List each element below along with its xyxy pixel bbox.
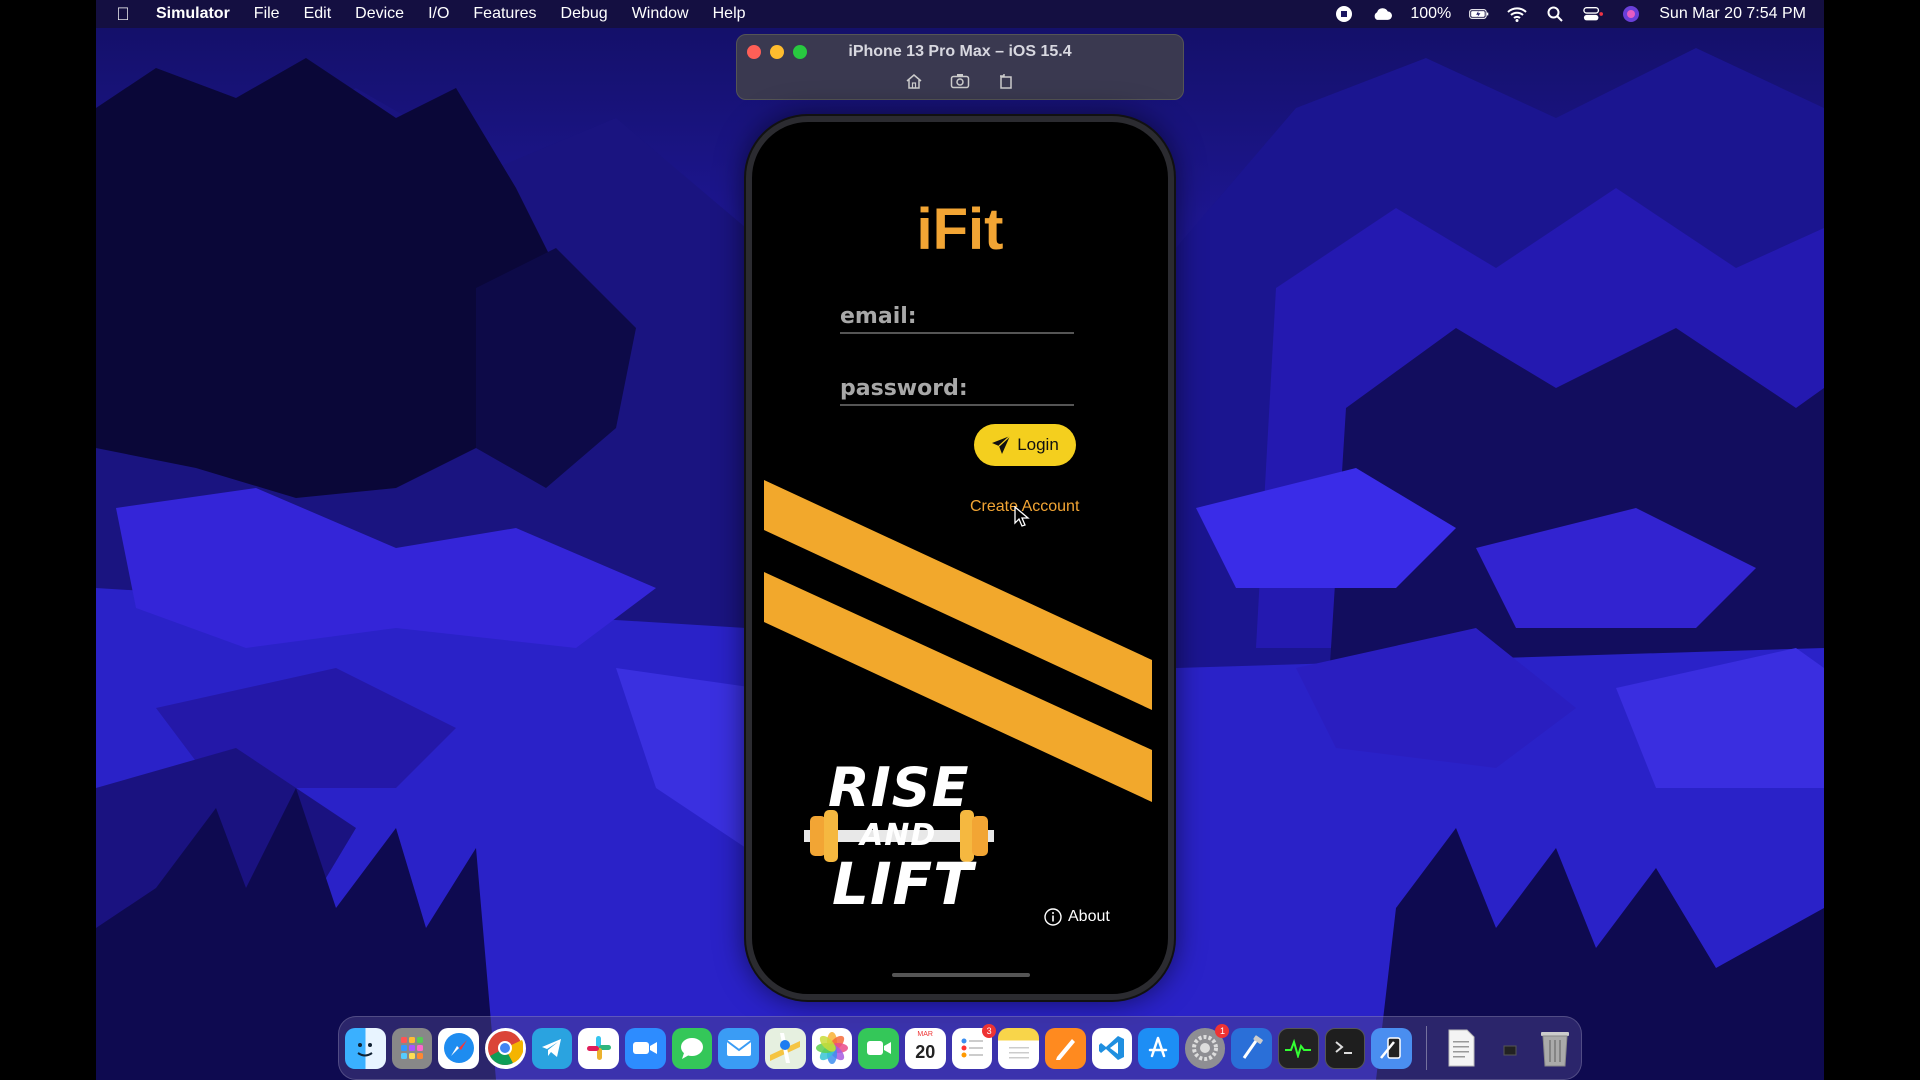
apple-menu-icon[interactable]:  [96,4,150,25]
vscode-icon[interactable] [1091,1027,1133,1069]
menu-bar:  Simulator File Edit Device I/O Feature… [96,0,1824,28]
menu-help[interactable]: Help [701,0,758,28]
reminders-icon[interactable]: 3 [951,1023,997,1069]
simulator-titlebar: iPhone 13 Pro Max – iOS 15.4 [736,34,1184,100]
telegram-icon[interactable] [531,1027,573,1069]
icloud-icon[interactable] [1372,4,1393,24]
simulator-title: iPhone 13 Pro Max – iOS 15.4 [848,43,1072,60]
home-icon[interactable] [903,71,925,91]
messages-icon[interactable] [671,1027,713,1069]
dock: MAR 20 3 1 [338,1016,1582,1080]
menu-features[interactable]: Features [461,0,548,28]
calendar-day: 20 [915,1042,936,1062]
chrome-icon[interactable] [484,1027,526,1069]
rotate-icon[interactable] [995,71,1017,91]
logo-word-lift: LIFT [832,850,974,918]
info-icon [1044,908,1062,926]
logo-word-rise: RISE [828,756,970,819]
menu-file[interactable]: File [242,0,292,28]
safari-icon[interactable] [438,1027,479,1069]
wifi-icon[interactable] [1507,4,1527,24]
pages-icon[interactable] [1044,1027,1086,1069]
logo-word-and: AND [860,818,937,853]
spotlight-search-icon[interactable] [1545,4,1565,24]
maps-icon[interactable] [764,1027,806,1069]
screenshot-icon[interactable] [949,71,971,91]
siri-icon[interactable] [1621,4,1641,24]
system-settings-icon[interactable]: 1 [1184,1023,1230,1069]
document-icon[interactable] [1441,1028,1482,1069]
iphone-device-frame: iFit Login Create Account [746,116,1174,1000]
slack-icon[interactable] [578,1027,619,1069]
about-label: About [1068,908,1110,925]
app-screen: iFit Login Create Account [752,122,1168,994]
battery-icon[interactable] [1469,4,1489,24]
screen-record-icon[interactable] [1334,4,1354,24]
zoom-icon[interactable] [624,1027,666,1069]
calendar-month: MAR [917,1030,933,1038]
app-store-icon[interactable] [1138,1027,1179,1069]
minimized-window-icon[interactable] [1488,1028,1529,1069]
system-settings-badge: 1 [1215,1023,1230,1038]
mail-icon[interactable] [718,1027,759,1069]
simulator-app-icon[interactable] [1371,1027,1413,1069]
menu-io[interactable]: I/O [416,0,461,28]
finder-icon[interactable] [345,1027,386,1069]
menu-window[interactable]: Window [620,0,701,28]
menu-debug[interactable]: Debug [549,0,620,28]
about-button[interactable]: About [1044,908,1110,926]
trash-icon[interactable] [1534,1028,1575,1069]
notes-icon[interactable] [998,1027,1039,1069]
battery-percentage: 100% [1410,5,1452,22]
menu-app-name[interactable]: Simulator [150,0,242,28]
mouse-cursor-icon [1014,506,1030,527]
activity-monitor-icon[interactable] [1278,1027,1319,1069]
rise-and-lift-logo: RISE AND LIFT [794,754,1004,924]
launchpad-icon[interactable] [391,1027,433,1069]
reminders-badge: 3 [982,1023,997,1038]
home-indicator[interactable] [892,973,1030,977]
menu-edit[interactable]: Edit [292,0,344,28]
terminal-icon[interactable] [1324,1027,1366,1069]
dock-separator [1426,1026,1428,1070]
facetime-icon[interactable] [858,1027,899,1069]
menu-device[interactable]: Device [343,0,416,28]
xcode-icon[interactable] [1231,1027,1273,1069]
menu-clock[interactable]: Sun Mar 20 7:54 PM [1659,5,1806,23]
calendar-icon[interactable]: MAR 20 [904,1027,946,1069]
control-center-icon[interactable] [1583,4,1604,24]
photos-icon[interactable] [811,1027,853,1069]
